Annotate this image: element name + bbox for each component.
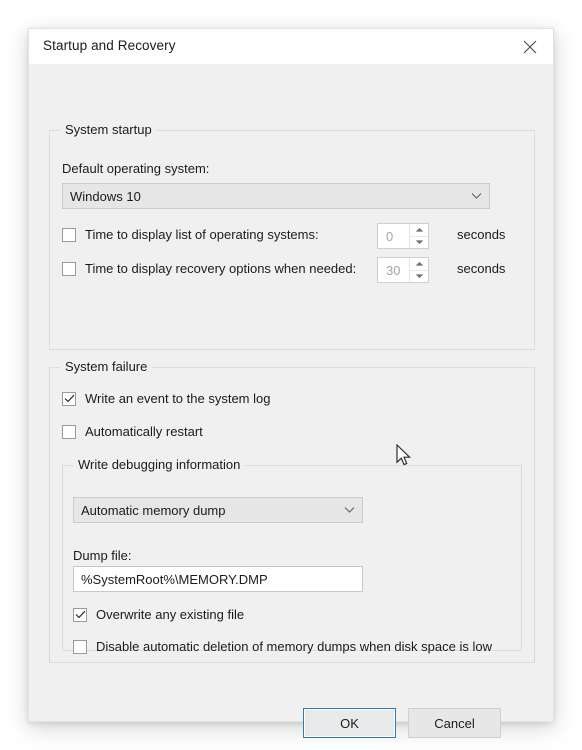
timeout-os-spinner[interactable]: 0 — [377, 223, 429, 249]
disable-deletion-checkbox-row[interactable]: Disable automatic deletion of memory dum… — [73, 639, 492, 654]
overwrite-checkbox[interactable] — [73, 607, 87, 622]
timeout-os-checkbox[interactable] — [62, 227, 76, 242]
dump-file-label: Dump file: — [73, 548, 132, 563]
timeout-os-label: Time to display list of operating system… — [85, 227, 319, 242]
timeout-recovery-value: 30 — [386, 262, 401, 278]
system-failure-group-label: System failure — [60, 359, 153, 374]
chevron-down-icon — [336, 506, 362, 514]
title-bar: Startup and Recovery — [29, 29, 553, 65]
spin-down-icon[interactable] — [410, 269, 428, 283]
close-icon — [523, 40, 537, 54]
cancel-button[interactable]: Cancel — [408, 708, 501, 738]
default-os-label: Default operating system: — [62, 161, 210, 176]
spin-up-icon[interactable] — [410, 258, 428, 270]
timeout-recovery-label: Time to display recovery options when ne… — [85, 261, 357, 276]
disable-deletion-label: Disable automatic deletion of memory dum… — [96, 639, 492, 654]
auto-restart-checkbox-row[interactable]: Automatically restart — [62, 424, 203, 439]
write-event-label: Write an event to the system log — [85, 391, 271, 406]
auto-restart-checkbox[interactable] — [62, 424, 76, 439]
chevron-down-icon — [463, 192, 489, 200]
startup-and-recovery-dialog: Startup and Recovery System startup Defa… — [28, 28, 554, 738]
spin-down-icon[interactable] — [410, 235, 428, 249]
dump-type-value: Automatic memory dump — [81, 502, 226, 518]
write-debugging-information-group-label: Write debugging information — [73, 457, 246, 472]
timeout-recovery-spinner[interactable]: 30 — [377, 257, 429, 283]
check-icon — [75, 610, 85, 619]
close-button[interactable] — [507, 29, 553, 65]
system-startup-group-label: System startup — [60, 122, 157, 137]
timeout-recovery-checkbox-row[interactable]: Time to display recovery options when ne… — [62, 261, 356, 276]
auto-restart-label: Automatically restart — [85, 424, 203, 439]
dump-file-input[interactable]: %SystemRoot%\MEMORY.DMP — [73, 566, 363, 592]
timeout-recovery-checkbox[interactable] — [62, 261, 76, 276]
default-os-combobox[interactable]: Windows 10 — [62, 183, 490, 209]
timeout-os-units-clip: seconds — [443, 225, 514, 247]
timeout-os-value: 0 — [386, 228, 394, 244]
timeout-recovery-spin-buttons[interactable] — [409, 258, 428, 282]
overwrite-label: Overwrite any existing file — [96, 607, 245, 622]
overwrite-checkbox-row[interactable]: Overwrite any existing file — [73, 607, 244, 622]
dump-type-combobox[interactable]: Automatic memory dump — [73, 497, 363, 523]
check-icon — [64, 394, 74, 403]
window-title: Startup and Recovery — [43, 38, 176, 53]
screen: Startup and Recovery System startup Defa… — [0, 0, 582, 750]
spin-up-icon[interactable] — [410, 224, 428, 236]
ok-button[interactable]: OK — [303, 708, 396, 738]
disable-deletion-checkbox[interactable] — [73, 639, 87, 654]
default-os-value: Windows 10 — [70, 188, 141, 204]
timeout-os-units: seconds — [457, 227, 506, 242]
timeout-recovery-units-clip: seconds — [443, 259, 514, 281]
write-event-checkbox-row[interactable]: Write an event to the system log — [62, 391, 270, 406]
timeout-os-spin-buttons[interactable] — [409, 224, 428, 248]
timeout-recovery-units: seconds — [457, 261, 506, 276]
write-event-checkbox[interactable] — [62, 391, 76, 406]
timeout-os-checkbox-row[interactable]: Time to display list of operating system… — [62, 227, 319, 242]
